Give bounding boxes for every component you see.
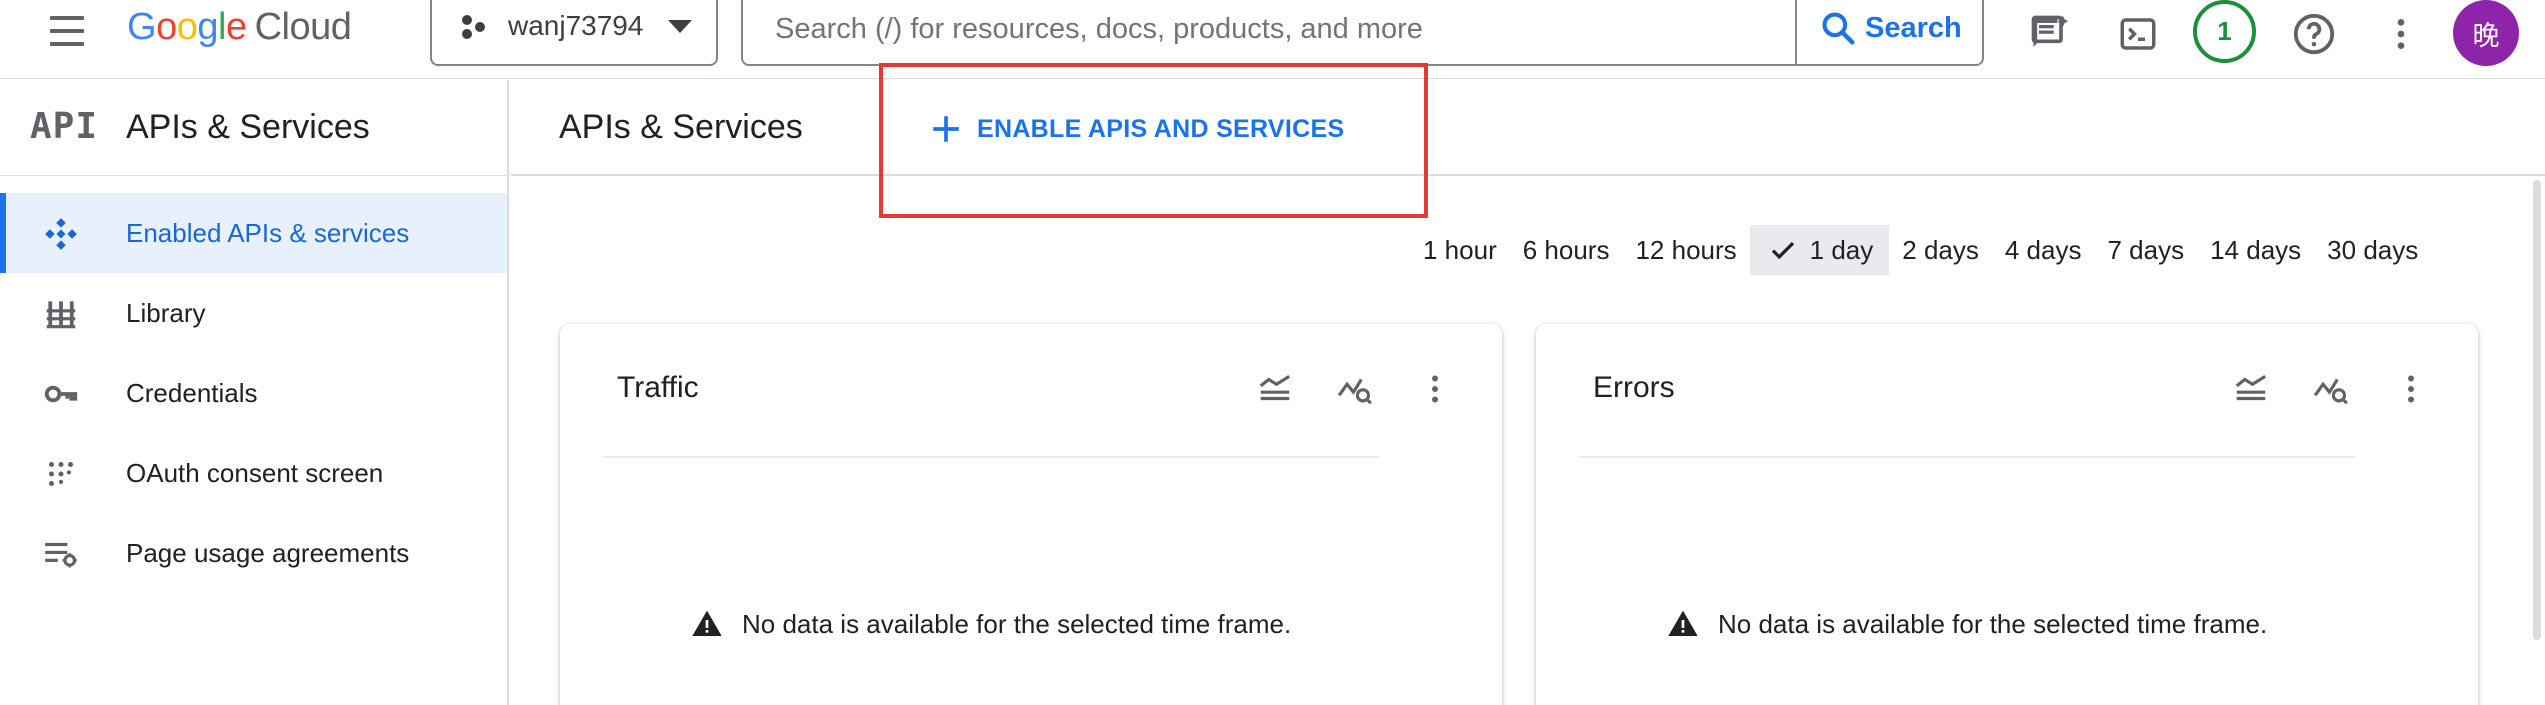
explore-chart-icon[interactable] xyxy=(2306,364,2356,414)
sidebar-title: APIs & Services xyxy=(126,108,370,146)
sidebar-item-enabled-apis[interactable]: Enabled APIs & services xyxy=(0,193,507,273)
warning-icon xyxy=(692,610,722,636)
time-option-14-days[interactable]: 14 days xyxy=(2197,225,2314,275)
time-option-6-hours[interactable]: 6 hours xyxy=(1510,225,1623,275)
search-input[interactable] xyxy=(743,0,1797,64)
cloud-shell-icon[interactable] xyxy=(2110,6,2166,62)
traffic-card: Traffic No data is available for the sel… xyxy=(560,324,1502,705)
time-option-4-days[interactable]: 4 days xyxy=(1992,225,2095,275)
time-option-2-days[interactable]: 2 days xyxy=(1889,225,1992,275)
explore-chart-icon[interactable] xyxy=(1330,364,1380,414)
time-option-1-hour[interactable]: 1 hour xyxy=(1410,225,1510,275)
sidebar-item-label: OAuth consent screen xyxy=(126,458,384,488)
sidebar-header: API APIs & Services xyxy=(0,80,507,176)
project-name: wanj73794 xyxy=(508,10,644,41)
sidebar-item-label: Enabled APIs & services xyxy=(126,218,410,248)
library-icon xyxy=(46,301,76,329)
card-more-vert-icon[interactable] xyxy=(1410,364,1460,414)
enable-apis-button-label: ENABLE APIS AND SERVICES xyxy=(977,114,1345,143)
sidebar-item-label: Page usage agreements xyxy=(126,538,410,568)
google-cloud-logo[interactable]: Google Cloud xyxy=(127,6,352,49)
sidebar-item-label: Library xyxy=(126,298,206,328)
plus-icon xyxy=(933,116,959,142)
errors-card: Errors No data is available for the sele… xyxy=(1536,324,2478,705)
no-data-message: No data is available for the selected ti… xyxy=(1666,608,2267,640)
api-logo-icon: API xyxy=(30,106,99,147)
gemini-chat-icon[interactable] xyxy=(2022,6,2078,62)
project-icon xyxy=(462,15,485,39)
logo-google-text: Google xyxy=(127,6,247,48)
sidebar-item-page-usage[interactable]: Page usage agreements xyxy=(0,513,507,593)
check-icon xyxy=(1771,241,1794,260)
time-range-selector: 1 hour 6 hours 12 hours 1 day 2 days 4 d… xyxy=(1410,225,2431,275)
search-icon xyxy=(1822,12,1855,45)
legend-toggle-icon[interactable] xyxy=(1250,364,1300,414)
search-button[interactable]: Search xyxy=(1813,6,1968,50)
search-bar: Search xyxy=(741,0,1984,66)
page-scrollbar[interactable] xyxy=(2533,180,2541,640)
no-data-message: No data is available for the selected ti… xyxy=(690,608,1291,640)
page-title: APIs & Services xyxy=(559,108,803,146)
card-more-vert-icon[interactable] xyxy=(2386,364,2436,414)
time-option-label: 1 day xyxy=(1809,234,1874,265)
settings-list-icon xyxy=(45,542,77,568)
sidebar-item-credentials[interactable]: Credentials xyxy=(0,353,507,433)
notification-badge[interactable]: 1 xyxy=(2193,0,2256,63)
time-option-1-day[interactable]: 1 day xyxy=(1749,225,1890,275)
card-title: Traffic xyxy=(617,371,699,404)
warning-icon xyxy=(1668,610,1698,636)
help-icon[interactable] xyxy=(2286,6,2342,62)
more-vert-icon[interactable] xyxy=(2373,6,2429,62)
sidebar-item-label: Credentials xyxy=(126,378,258,408)
oauth-dots-icon xyxy=(48,461,74,487)
top-bar: GoogleCloud wanj73794 Search 1 晚 xyxy=(0,0,2545,79)
time-option-7-days[interactable]: 7 days xyxy=(2094,225,2197,275)
sidebar: API APIs & Services Enabled APIs & servi… xyxy=(0,80,509,705)
enabled-apis-icon xyxy=(45,218,77,250)
legend-toggle-icon[interactable] xyxy=(2226,364,2276,414)
time-option-12-hours[interactable]: 12 hours xyxy=(1622,225,1749,275)
sidebar-item-oauth-consent[interactable]: OAuth consent screen xyxy=(0,433,507,513)
no-data-text: No data is available for the selected ti… xyxy=(1718,608,2268,639)
chevron-down-icon xyxy=(668,20,692,33)
enable-apis-button[interactable]: ENABLE APIS AND SERVICES xyxy=(929,104,1344,154)
key-icon xyxy=(44,385,78,403)
logo-cloud-text: Cloud xyxy=(254,6,352,48)
main-header: APIs & Services ENABLE APIS AND SERVICES xyxy=(511,80,2545,176)
search-button-label: Search xyxy=(1865,11,1962,44)
card-divider xyxy=(1579,456,2355,458)
avatar[interactable]: 晚 xyxy=(2453,0,2519,66)
time-option-30-days[interactable]: 30 days xyxy=(2314,225,2431,275)
card-divider xyxy=(603,456,1379,458)
no-data-text: No data is available for the selected ti… xyxy=(742,608,1292,639)
menu-icon[interactable] xyxy=(44,14,90,52)
card-title: Errors xyxy=(1593,371,1675,404)
project-picker[interactable]: wanj73794 xyxy=(430,0,718,66)
sidebar-item-library[interactable]: Library xyxy=(0,273,507,353)
